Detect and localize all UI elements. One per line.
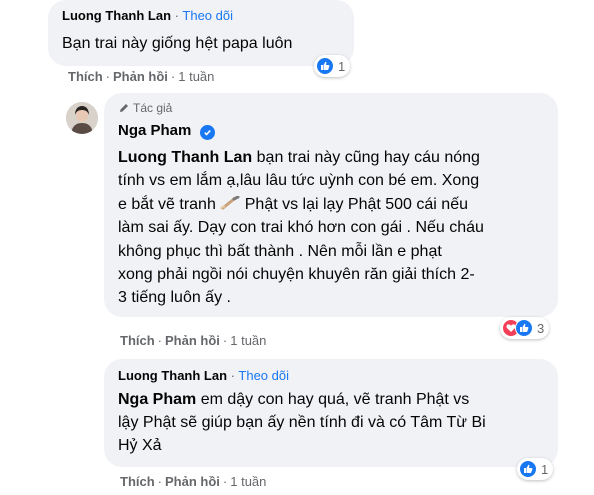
thumbs-up-icon (515, 319, 533, 337)
follow-button[interactable]: Theo dõi (182, 8, 233, 23)
comment-actions: Thích · Phản hồi · 1 tuần (68, 69, 215, 84)
timestamp[interactable]: 1 tuần (230, 333, 266, 348)
verified-badge-icon (199, 125, 215, 140)
comment-text: Nga Pham em dậy con hay quá, vẽ tranh Ph… (118, 391, 486, 455)
timestamp[interactable]: 1 tuần (178, 69, 214, 84)
pencil-icon (120, 104, 128, 112)
reply-link[interactable]: Phản hồi (165, 333, 220, 348)
timestamp[interactable]: 1 tuần (230, 474, 266, 489)
comment-author[interactable]: Luong Thanh Lan (118, 368, 227, 383)
thumbs-up-icon (316, 57, 334, 75)
like-link[interactable]: Thích (120, 474, 155, 489)
reaction-summary[interactable]: 3 (500, 317, 550, 339)
reaction-summary[interactable]: 1 (517, 458, 554, 480)
paintbrush-emoji-icon (220, 194, 240, 210)
like-link[interactable]: Thích (68, 69, 103, 84)
thumbs-up-icon (519, 460, 537, 478)
mention-link[interactable]: Luong Thanh Lan (118, 149, 252, 166)
comment-text: Bạn trai này giống hệt papa luôn (62, 35, 293, 52)
comment-text: Luong Thanh Lan bạn trai này cũng hay cá… (118, 149, 484, 307)
mention-link[interactable]: Nga Pham (118, 391, 196, 408)
comment-actions: Thích · Phản hồi · 1 tuần (120, 474, 267, 489)
comment-1-header: Luong Thanh Lan · Theo dõi (62, 8, 233, 23)
reaction-count: 3 (537, 320, 545, 336)
author-badge: Tác giả (118, 101, 172, 115)
reply-link[interactable]: Phản hồi (165, 474, 220, 489)
comment-3-header: Luong Thanh Lan · Theo dõi (118, 368, 289, 383)
avatar[interactable] (66, 102, 98, 134)
reaction-count: 1 (338, 58, 346, 74)
reaction-count: 1 (541, 461, 549, 477)
comment-author[interactable]: Nga Pham (118, 122, 191, 139)
comment-author[interactable]: Luong Thanh Lan (62, 8, 171, 23)
comment-2-header: Nga Pham (118, 122, 215, 140)
follow-button[interactable]: Theo dõi (238, 368, 289, 383)
reaction-summary[interactable]: 1 (314, 55, 351, 77)
like-link[interactable]: Thích (120, 333, 155, 348)
comment-actions: Thích · Phản hồi · 1 tuần (120, 333, 267, 348)
reply-link[interactable]: Phản hồi (113, 69, 168, 84)
